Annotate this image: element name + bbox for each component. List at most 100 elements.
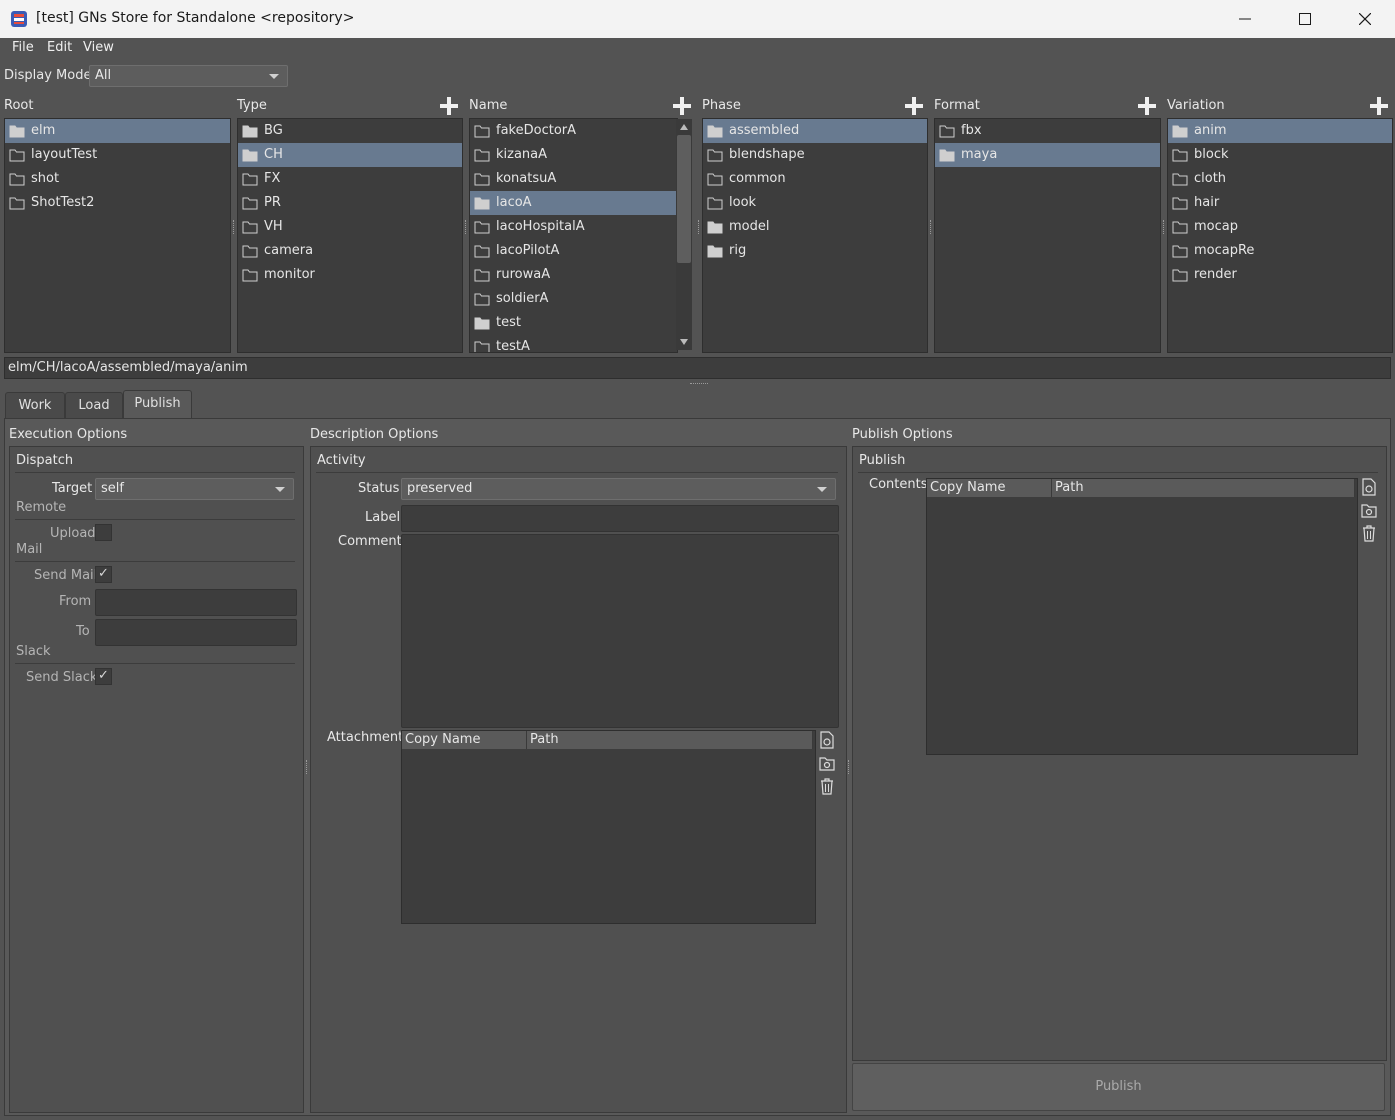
root-list-item[interactable]: ShotTest2 bbox=[5, 191, 230, 215]
variation-item-label: cloth bbox=[1194, 171, 1227, 186]
root-list-item[interactable]: elm bbox=[5, 119, 230, 143]
description-options-title: Description Options bbox=[310, 427, 439, 442]
type-list-item[interactable]: VH bbox=[238, 215, 462, 239]
from-input[interactable] bbox=[95, 589, 297, 616]
window-title: [test] GNs Store for Standalone <reposit… bbox=[36, 10, 355, 26]
variation-list-item[interactable]: hair bbox=[1168, 191, 1392, 215]
type-list-item[interactable]: monitor bbox=[238, 263, 462, 287]
name-list-item[interactable]: konatsuA bbox=[470, 167, 677, 191]
add-file-icon[interactable] bbox=[1360, 478, 1378, 496]
upload-checkbox[interactable] bbox=[95, 524, 112, 541]
status-combo[interactable]: preserved bbox=[401, 478, 836, 500]
name-list-item[interactable]: rurowaA bbox=[470, 263, 677, 287]
name-list-item[interactable]: fakeDoctorA bbox=[470, 119, 677, 143]
root-list-item[interactable]: layoutTest bbox=[5, 143, 230, 167]
attachment-table[interactable]: Copy Name Path bbox=[401, 730, 816, 924]
name-list-item[interactable]: soldierA bbox=[470, 287, 677, 311]
contents-table[interactable]: Copy Name Path bbox=[926, 478, 1358, 755]
phase-list-item[interactable]: assembled bbox=[703, 119, 927, 143]
trash-icon[interactable] bbox=[1360, 524, 1378, 542]
root-list-item[interactable]: shot bbox=[5, 167, 230, 191]
add-folder-icon[interactable] bbox=[1360, 501, 1378, 519]
scroll-thumb[interactable] bbox=[677, 135, 691, 263]
attachment-col-path[interactable]: Path bbox=[527, 731, 813, 749]
send-mail-checkbox[interactable]: ✓ bbox=[95, 566, 112, 583]
splitter-handle[interactable] bbox=[930, 220, 933, 234]
phase-list[interactable]: assembled blendshape common look model rig bbox=[702, 118, 928, 353]
phase-list-item[interactable]: rig bbox=[703, 239, 927, 263]
scroll-down-icon[interactable] bbox=[679, 338, 689, 346]
add-file-icon[interactable] bbox=[818, 731, 836, 749]
menu-view[interactable]: View bbox=[83, 40, 114, 55]
type-list-item[interactable]: CH bbox=[238, 143, 462, 167]
type-list-item[interactable]: BG bbox=[238, 119, 462, 143]
splitter-handle[interactable] bbox=[306, 760, 309, 774]
menu-file[interactable]: File bbox=[12, 40, 34, 55]
to-input[interactable] bbox=[95, 619, 297, 646]
send-slack-checkbox[interactable]: ✓ bbox=[95, 668, 112, 685]
name-list-item[interactable]: lacoHospitalA bbox=[470, 215, 677, 239]
format-list-item[interactable]: fbx bbox=[935, 119, 1160, 143]
label-input[interactable] bbox=[401, 505, 839, 532]
variation-list-item[interactable]: mocapRe bbox=[1168, 239, 1392, 263]
splitter-handle[interactable] bbox=[848, 760, 851, 774]
phase-list-item[interactable]: blendshape bbox=[703, 143, 927, 167]
add-phase-button[interactable] bbox=[904, 96, 924, 116]
variation-item-label: mocapRe bbox=[1194, 243, 1255, 258]
tab-publish[interactable]: Publish bbox=[123, 390, 192, 420]
splitter-handle[interactable] bbox=[698, 220, 701, 234]
publish-button[interactable]: Publish bbox=[852, 1063, 1385, 1111]
variation-list-item[interactable]: render bbox=[1168, 263, 1392, 287]
type-list-item[interactable]: FX bbox=[238, 167, 462, 191]
contents-col-path[interactable]: Path bbox=[1052, 479, 1355, 497]
comment-textarea[interactable] bbox=[401, 534, 839, 728]
format-list-item[interactable]: maya bbox=[935, 143, 1160, 167]
phase-list-item[interactable]: common bbox=[703, 167, 927, 191]
target-combo[interactable]: self bbox=[95, 478, 294, 500]
trash-icon[interactable] bbox=[818, 777, 836, 795]
splitter-handle[interactable] bbox=[233, 220, 236, 234]
name-list-item[interactable]: testA bbox=[470, 335, 677, 352]
publish-options-title: Publish Options bbox=[852, 427, 953, 442]
variation-list-item[interactable]: anim bbox=[1168, 119, 1392, 143]
name-list[interactable]: fakeDoctorA kizanaA konatsuA lacoA lacoHospi… bbox=[469, 118, 678, 353]
add-variation-button[interactable] bbox=[1369, 96, 1389, 116]
format-list[interactable]: fbx maya bbox=[934, 118, 1161, 353]
type-list-item[interactable]: PR bbox=[238, 191, 462, 215]
add-folder-icon[interactable] bbox=[818, 754, 836, 772]
horizontal-splitter-handle[interactable] bbox=[690, 383, 708, 385]
splitter-handle[interactable] bbox=[1163, 220, 1166, 234]
scroll-up-icon[interactable] bbox=[679, 123, 689, 131]
name-list-item[interactable]: test bbox=[470, 311, 677, 335]
display-mode-combo[interactable]: All bbox=[89, 65, 288, 87]
name-list-item[interactable]: lacoPilotA bbox=[470, 239, 677, 263]
add-type-button[interactable] bbox=[439, 96, 459, 116]
variation-list[interactable]: anim block cloth hair mocap mocapRe render bbox=[1167, 118, 1393, 353]
menu-edit[interactable]: Edit bbox=[47, 40, 72, 55]
variation-list-item[interactable]: mocap bbox=[1168, 215, 1392, 239]
add-format-button[interactable] bbox=[1137, 96, 1157, 116]
variation-list-item[interactable]: block bbox=[1168, 143, 1392, 167]
root-list[interactable]: elm layoutTest shot ShotTest2 bbox=[4, 118, 231, 353]
type-list-item[interactable]: camera bbox=[238, 239, 462, 263]
type-list[interactable]: BG CH FX PR VH camera monitor bbox=[237, 118, 463, 353]
variation-list-item[interactable]: cloth bbox=[1168, 167, 1392, 191]
attachment-col-copy-name[interactable]: Copy Name bbox=[402, 731, 527, 749]
close-button[interactable] bbox=[1335, 0, 1395, 38]
tab-load[interactable]: Load bbox=[65, 392, 123, 419]
name-list-item[interactable]: kizanaA bbox=[470, 143, 677, 167]
tab-work[interactable]: Work bbox=[5, 392, 65, 419]
phase-item-label: assembled bbox=[729, 123, 800, 138]
phase-list-item[interactable]: look bbox=[703, 191, 927, 215]
add-name-button[interactable] bbox=[672, 96, 692, 116]
minimize-button[interactable] bbox=[1215, 0, 1275, 38]
contents-col-copy-name[interactable]: Copy Name bbox=[927, 479, 1052, 497]
folder-icon bbox=[242, 173, 258, 186]
splitter-handle[interactable] bbox=[465, 220, 468, 234]
phase-list-item[interactable]: model bbox=[703, 215, 927, 239]
type-item-label: VH bbox=[264, 219, 283, 234]
root-item-label: ShotTest2 bbox=[31, 195, 95, 210]
name-list-item[interactable]: lacoA bbox=[470, 191, 677, 215]
maximize-button[interactable] bbox=[1275, 0, 1335, 38]
name-list-scrollbar[interactable] bbox=[676, 119, 692, 350]
